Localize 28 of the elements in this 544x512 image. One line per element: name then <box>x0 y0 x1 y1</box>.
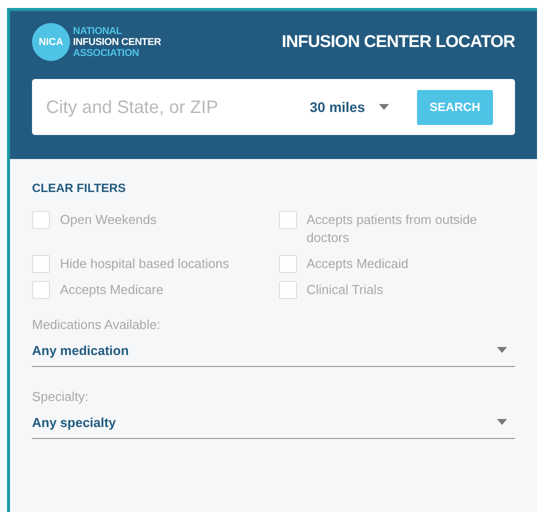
checkbox[interactable] <box>32 281 50 299</box>
filter-label: Accepts Medicare <box>60 281 164 299</box>
select-label: Specialty: <box>32 388 90 406</box>
filter-label: Open Weekends <box>60 211 157 229</box>
filter-label: Clinical Trials <box>306 281 384 299</box>
filter-label: Accepts Medicaid <box>306 255 408 273</box>
caret-icon <box>379 104 389 110</box>
caret-icon <box>497 419 507 426</box>
checkbox[interactable] <box>278 255 296 273</box>
select-dropdown[interactable]: Any medication <box>32 340 515 367</box>
select-dropdown[interactable]: Any specialty <box>32 412 515 439</box>
filter-label: Hide hospital based locations <box>60 255 230 273</box>
distance-dropdown[interactable]: 30 miles <box>310 96 389 118</box>
location-input[interactable]: City and State, or ZIP <box>46 94 310 120</box>
checkbox[interactable] <box>278 211 296 229</box>
select-label: Medications Available: <box>32 316 162 334</box>
logo-text: NATIONAL <box>73 26 123 36</box>
logo-text: ASSOCIATION <box>73 48 140 58</box>
checkbox[interactable] <box>32 211 50 229</box>
clear-filters-link[interactable]: CLEAR FILTERS <box>32 179 126 197</box>
page-title: INFUSION CENTER LOCATOR <box>282 31 515 54</box>
search-bar[interactable]: City and State, or ZIP 30 miles SEARCH <box>32 79 515 135</box>
filter-label: Accepts patients from outside doctors <box>306 211 478 247</box>
logo-badge: NICA <box>32 23 70 61</box>
caret-icon <box>497 347 507 354</box>
checkbox[interactable] <box>32 255 50 273</box>
logo-text: INFUSION CENTER <box>73 36 161 48</box>
checkbox[interactable] <box>278 281 296 299</box>
